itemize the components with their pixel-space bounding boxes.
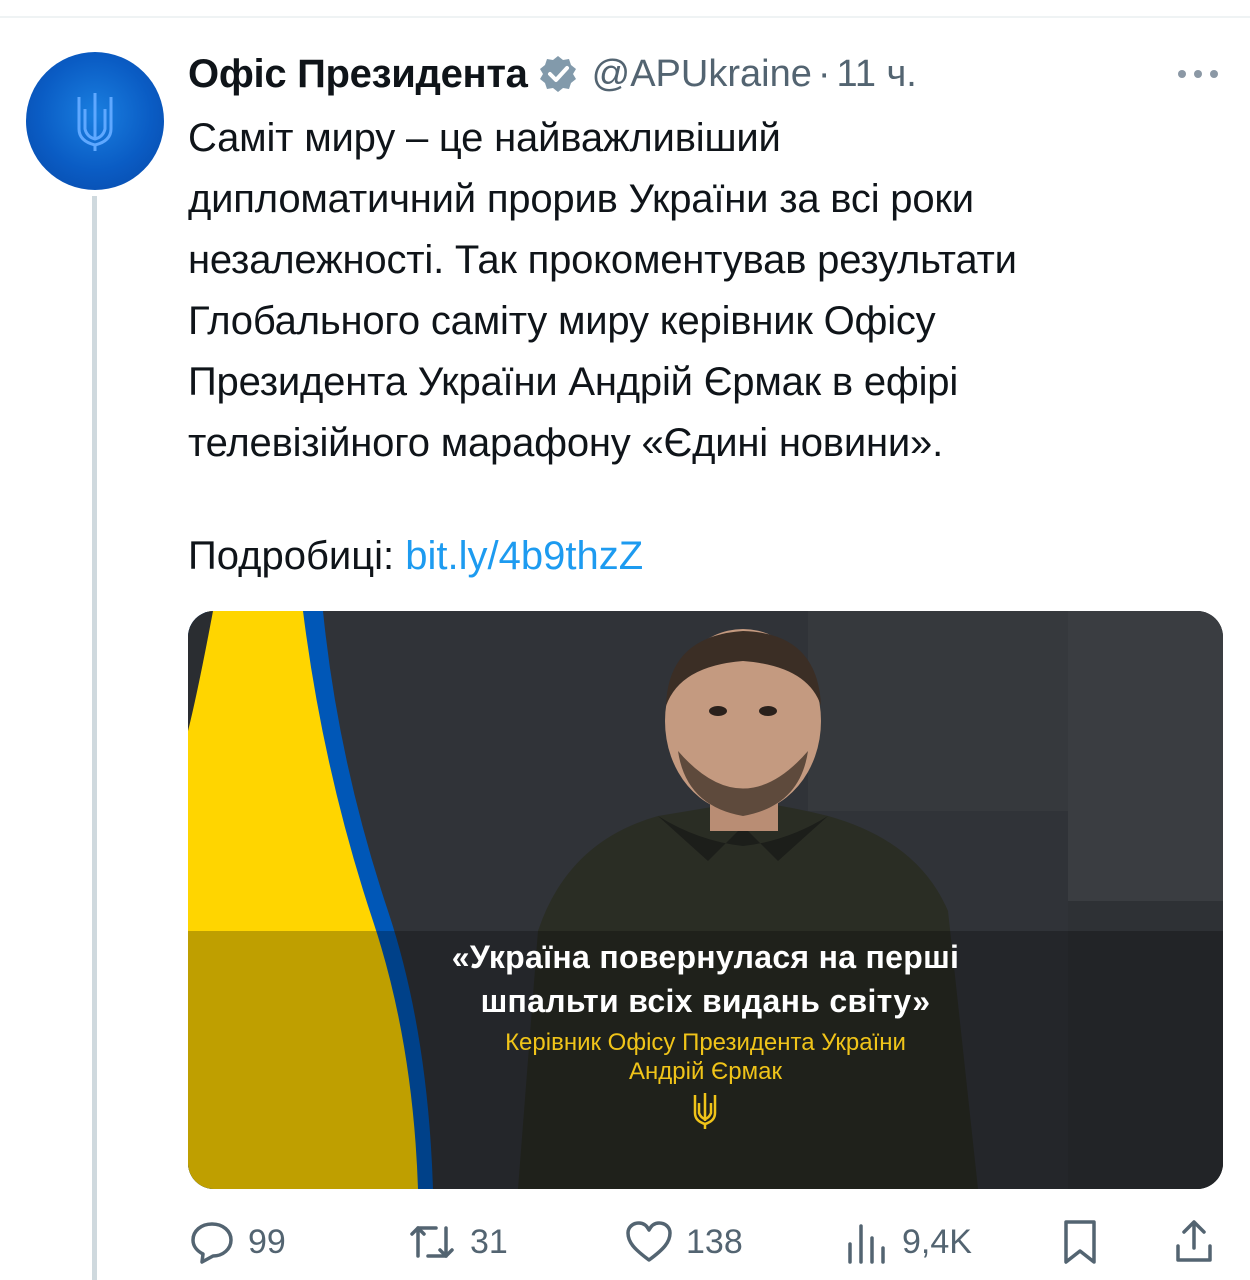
- display-name[interactable]: Офіс Президента: [188, 52, 528, 97]
- bookmark-icon: [1064, 1220, 1096, 1264]
- views-button[interactable]: 9,4K: [844, 1212, 972, 1272]
- more-options-button[interactable]: [1170, 50, 1226, 98]
- image-attribution-line: Керівник Офісу Президента України: [505, 1029, 906, 1056]
- views-count: 9,4K: [902, 1222, 972, 1261]
- like-button[interactable]: 138: [624, 1212, 743, 1272]
- tweet-text-line: Саміт миру – це найважливіший: [188, 116, 781, 160]
- repost-button[interactable]: 31: [406, 1212, 508, 1272]
- trident-icon: [77, 93, 113, 151]
- tweet-text: Саміт миру – це найважливіший дипломатич…: [188, 108, 1228, 474]
- image-quote-line: шпальти всіх видань світу»: [480, 983, 931, 1019]
- tweet-text-line: дипломатичний прорив України за всі роки: [188, 177, 974, 221]
- image-illustration: [188, 611, 1223, 1189]
- separator: ·: [817, 52, 831, 95]
- tweet-header: Офіс Президента @APUkraine · 11 ч.: [188, 50, 917, 98]
- share-icon: [1176, 1220, 1212, 1262]
- details-line: Подробиці: bit.ly/4b9thzZ: [188, 526, 643, 587]
- action-bar: 99 31 138 9,4K: [188, 1212, 1228, 1272]
- details-link[interactable]: bit.ly/4b9thzZ: [405, 534, 643, 578]
- repost-count: 31: [470, 1222, 508, 1261]
- reply-button[interactable]: 99: [188, 1212, 286, 1272]
- reply-icon: [191, 1222, 233, 1264]
- handle[interactable]: @APUkraine: [592, 53, 812, 96]
- thread-line: [92, 196, 97, 1280]
- heart-icon: [626, 1221, 672, 1262]
- tweet-text-line: незалежності. Так прокоментував результа…: [188, 238, 1017, 282]
- tweet-text-line: Глобального саміту миру керівник Офісу: [188, 299, 936, 343]
- tweet-text-line: Президента України Андрій Єрмак в ефірі: [188, 360, 959, 404]
- details-label: Подробиці:: [188, 534, 395, 578]
- image-attribution-line: Андрій Єрмак: [629, 1058, 782, 1085]
- verified-badge-icon[interactable]: [538, 54, 578, 94]
- tweet-image[interactable]: «Україна повернулася на перші шпальти вс…: [188, 611, 1223, 1189]
- timestamp[interactable]: 11 ч.: [837, 53, 917, 96]
- bookmark-button[interactable]: [1058, 1212, 1102, 1272]
- reply-count: 99: [248, 1222, 286, 1261]
- image-quote-line: «Україна повернулася на перші: [451, 939, 960, 975]
- repost-icon: [410, 1226, 454, 1258]
- views-icon: [848, 1224, 885, 1264]
- avatar[interactable]: [26, 52, 164, 190]
- share-button[interactable]: [1172, 1212, 1216, 1272]
- like-count: 138: [686, 1222, 743, 1261]
- more-icon: [1178, 70, 1218, 78]
- tweet-text-line: телевізійного марафону «Єдині новини».: [188, 421, 943, 465]
- top-divider: [0, 16, 1250, 18]
